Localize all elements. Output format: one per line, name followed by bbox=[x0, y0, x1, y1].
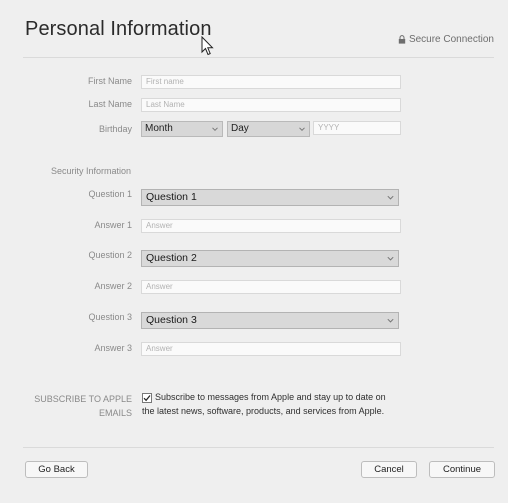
go-back-button[interactable]: Go Back bbox=[25, 461, 88, 478]
page-title: Personal Information bbox=[25, 18, 212, 40]
question-2-label: Question 2 bbox=[88, 250, 132, 260]
subscribe-text-line2: the latest news, software, products, and… bbox=[142, 406, 385, 416]
subscribe-label-line2: EMAILS bbox=[98, 408, 132, 418]
question-3-label: Question 3 bbox=[88, 312, 132, 322]
last-name-field[interactable]: Last Name bbox=[141, 98, 401, 112]
chevron-down-icon bbox=[387, 318, 394, 323]
first-name-field[interactable]: First name bbox=[141, 75, 401, 89]
mouse-cursor-icon bbox=[201, 36, 214, 56]
chevron-down-icon bbox=[387, 195, 394, 200]
continue-button[interactable]: Continue bbox=[429, 461, 495, 478]
question-2-value: Question 2 bbox=[146, 252, 197, 264]
subscribe-text-line1: Subscribe to messages from Apple and sta… bbox=[155, 392, 386, 402]
chevron-down-icon bbox=[212, 127, 218, 132]
chevron-down-icon bbox=[299, 127, 305, 132]
birthday-year-field[interactable]: YYYY bbox=[313, 121, 401, 135]
question-1-label: Question 1 bbox=[88, 189, 132, 199]
day-select-value: Day bbox=[231, 123, 249, 134]
answer-2-field[interactable]: Answer bbox=[141, 280, 401, 294]
month-select-value: Month bbox=[145, 123, 173, 134]
security-section-label: Security Information bbox=[51, 166, 132, 176]
secure-connection-indicator: Secure Connection bbox=[398, 34, 494, 45]
chevron-down-icon bbox=[387, 256, 394, 261]
answer-3-label: Answer 3 bbox=[94, 343, 132, 353]
question-1-value: Question 1 bbox=[146, 191, 197, 203]
checkmark-icon bbox=[143, 395, 151, 402]
lock-icon bbox=[398, 35, 406, 44]
header-divider bbox=[23, 57, 494, 58]
answer-3-field[interactable]: Answer bbox=[141, 342, 401, 356]
question-3-select[interactable]: Question 3 bbox=[141, 312, 399, 329]
answer-1-label: Answer 1 bbox=[94, 220, 132, 230]
secure-connection-label: Secure Connection bbox=[408, 34, 494, 45]
birthday-day-select[interactable]: Day bbox=[227, 121, 310, 137]
birthday-month-select[interactable]: Month bbox=[141, 121, 223, 137]
subscribe-checkbox[interactable] bbox=[142, 393, 152, 403]
last-name-label: Last Name bbox=[88, 99, 132, 109]
question-2-select[interactable]: Question 2 bbox=[141, 250, 399, 267]
cancel-button[interactable]: Cancel bbox=[361, 461, 417, 478]
subscribe-label: SUBSCRIBE TO APPLE EMAILS bbox=[22, 392, 132, 420]
birthday-label: Birthday bbox=[98, 124, 132, 134]
answer-1-field[interactable]: Answer bbox=[141, 219, 401, 233]
first-name-label: First Name bbox=[87, 76, 132, 86]
subscribe-label-line1: SUBSCRIBE TO APPLE bbox=[34, 394, 132, 404]
answer-2-label: Answer 2 bbox=[94, 281, 132, 291]
question-3-value: Question 3 bbox=[146, 314, 197, 326]
footer-divider bbox=[23, 447, 494, 448]
question-1-select[interactable]: Question 1 bbox=[141, 189, 399, 206]
